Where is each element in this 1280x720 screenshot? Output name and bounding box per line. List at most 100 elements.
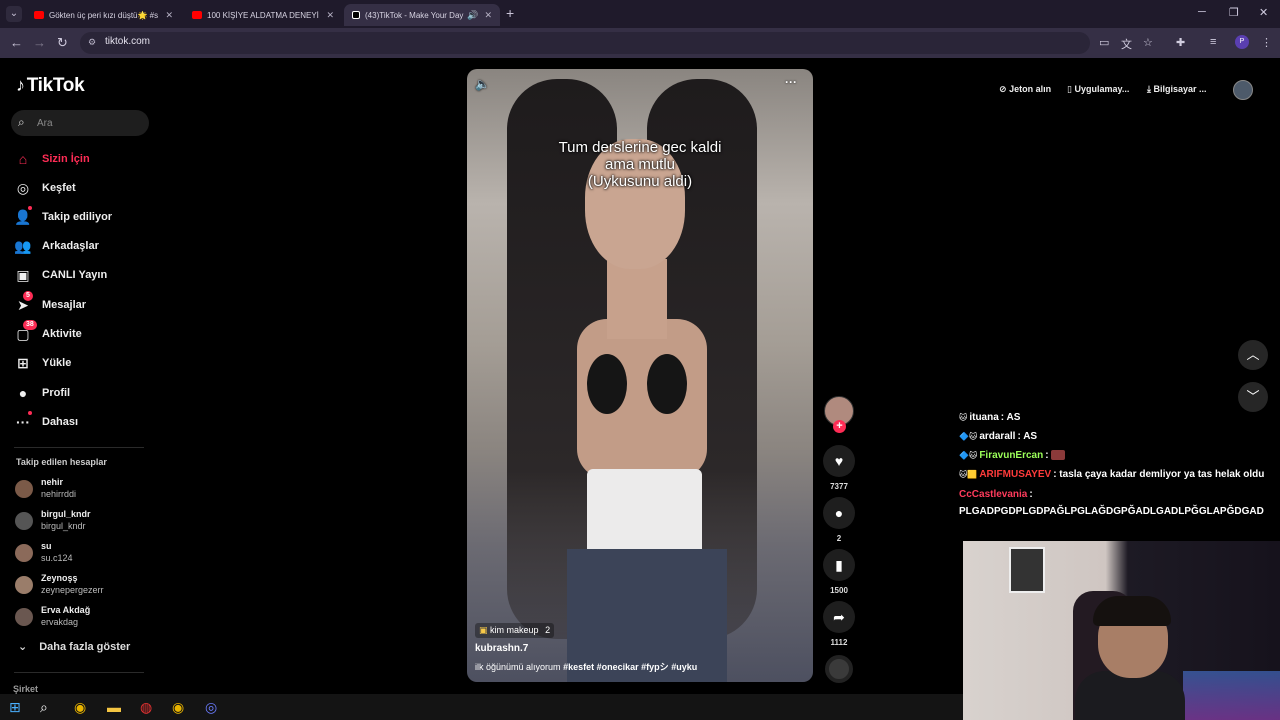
- heart-icon[interactable]: ♥: [823, 445, 855, 477]
- sidebar-item-aktivite[interactable]: ▢ 38 Aktivite: [14, 319, 82, 345]
- video-frame-shape: [587, 469, 702, 559]
- mute-tab-icon[interactable]: 🔊: [467, 10, 478, 21]
- like-count: 7377: [830, 482, 848, 491]
- restore-icon[interactable]: ❐: [1229, 6, 1239, 19]
- bookmark-star-icon[interactable]: ☆: [1143, 36, 1153, 49]
- hashtag-link[interactable]: #fypシ: [641, 662, 669, 672]
- menu-kebab-icon[interactable]: ⋮: [1261, 36, 1272, 49]
- bookmark-icon[interactable]: ▮: [823, 549, 855, 581]
- sidebar-item-sizin-i̇çin[interactable]: ⌂ Sizin İçin: [14, 148, 90, 170]
- volume-icon[interactable]: 🔈: [475, 77, 490, 91]
- close-window-icon[interactable]: ✕: [1259, 6, 1268, 19]
- tab-title: (43)TikTok - Make Your Day: [365, 10, 464, 20]
- extensions-icon[interactable]: ✚: [1176, 36, 1185, 49]
- sidebar-item-dahası[interactable]: ··· Dahası: [14, 411, 78, 433]
- share-count: 1112: [830, 638, 848, 647]
- account-name: Erva Akdağ: [41, 605, 91, 615]
- follow-plus-icon[interactable]: +: [833, 420, 846, 433]
- sidebar-item-yükle[interactable]: ⊞ Yükle: [14, 352, 71, 374]
- close-icon[interactable]: ✕: [326, 10, 334, 21]
- hashtag-link[interactable]: #kesfet: [563, 662, 594, 672]
- chrome-icon[interactable]: ◉: [74, 699, 86, 715]
- translate-icon[interactable]: 文: [1121, 36, 1132, 52]
- notification-badge: 38: [23, 319, 37, 330]
- streamer-shirt: [1075, 671, 1185, 720]
- sidebar-item-label: Aktivite: [42, 328, 82, 340]
- music-disc-icon[interactable]: [825, 655, 853, 683]
- live-icon: ▣: [16, 266, 30, 283]
- new-tab-button[interactable]: +: [506, 5, 514, 21]
- browser-tab[interactable]: Gökten üç peri kızı düştü🌟 #s ✕: [26, 4, 181, 26]
- close-icon[interactable]: ✕: [484, 10, 492, 21]
- sidebar-item-takip-ediliyor[interactable]: 👤 Takip ediliyor: [14, 205, 112, 228]
- chat-message: CcCastlevania:: [959, 489, 1033, 500]
- account-handle: nehirrddi: [41, 489, 77, 499]
- notification-badge: 5: [23, 290, 33, 301]
- chat-badge-icon: 🐱🟨: [959, 470, 978, 479]
- sidebar-item-arkadaşlar[interactable]: 👥 Arkadaşlar: [14, 235, 99, 257]
- video-options-icon[interactable]: ···: [785, 75, 797, 89]
- arrow-right-icon[interactable]: →: [33, 35, 46, 50]
- windows-taskbar: ⊞ ⌕ ◉ ▬ ◍ ◉ ◎: [0, 694, 963, 720]
- sidebar-item-mesajlar[interactable]: ➤ 5 Mesajlar: [14, 290, 86, 316]
- video-player[interactable]: 🔈 ··· Tum derslerine gec kaldi ama mutlu…: [467, 69, 813, 682]
- install-app-icon[interactable]: ▭: [1099, 36, 1109, 49]
- browser-tab-active[interactable]: (43)TikTok - Make Your Day 🔊 ✕: [344, 4, 500, 26]
- effect-tag[interactable]: ▣ kim makeup 2: [475, 623, 555, 638]
- windows-start-icon[interactable]: ⊞: [9, 699, 21, 715]
- comment-icon[interactable]: ●: [823, 497, 855, 529]
- company-link[interactable]: Şirket: [13, 684, 38, 694]
- minimize-icon[interactable]: ─: [1198, 6, 1206, 18]
- video-author[interactable]: kubrashn.7: [475, 643, 528, 654]
- search-input[interactable]: [37, 114, 137, 132]
- sidebar-item-keşfet[interactable]: ◎ Keşfet: [14, 177, 76, 199]
- chevron-down-icon[interactable]: ﹀: [1238, 382, 1268, 412]
- tab-search-button[interactable]: ⌄: [6, 6, 22, 22]
- browser-profile-avatar[interactable]: P: [1235, 35, 1249, 49]
- more-icon: ···: [14, 411, 32, 430]
- account-name: su: [41, 541, 52, 551]
- search-icon[interactable]: ⌕: [40, 699, 48, 715]
- get-app-button[interactable]: ▯ Uygulamay...: [1067, 84, 1129, 95]
- chevron-up-icon[interactable]: ︿: [1238, 340, 1268, 370]
- video-frame-shape: [607, 259, 667, 339]
- chat-username: ituana: [969, 412, 999, 423]
- avatar: [15, 544, 33, 562]
- effect-icon: ▣: [479, 625, 488, 635]
- hashtag-link[interactable]: #onecikar: [597, 662, 639, 672]
- url-field[interactable]: ⚙ tiktok.com: [80, 32, 1090, 54]
- sidebar-item-canli-yayın[interactable]: ▣ CANLI Yayın: [14, 264, 107, 286]
- desktop-app-button[interactable]: ⤓ Bilgisayar ...: [1147, 84, 1207, 95]
- avatar: [15, 512, 33, 530]
- get-coins-button[interactable]: ⊘ Jeton alın: [999, 84, 1051, 95]
- media-control-icon[interactable]: ≡: [1210, 36, 1216, 48]
- avatar: [15, 480, 33, 498]
- chrome-icon[interactable]: ◉: [172, 699, 184, 715]
- user-avatar[interactable]: [1233, 80, 1253, 100]
- hashtag-link[interactable]: #uyku: [671, 662, 697, 672]
- show-more-button[interactable]: ⌄ Daha fazla göster: [18, 640, 130, 653]
- site-info-icon[interactable]: ⚙: [88, 37, 96, 48]
- new-dot: [28, 411, 32, 415]
- share-icon[interactable]: ➦: [823, 601, 855, 633]
- browser-tab-bar: ⌄ Gökten üç peri kızı düştü🌟 #s ✕ 100 Kİ…: [0, 0, 1280, 28]
- account-handle: ervakdag: [41, 617, 79, 627]
- browser-tab[interactable]: 100 KİŞİYE ALDATMA DENEYİ - ✕: [184, 4, 342, 26]
- sidebar-item-label: Dahası: [42, 416, 79, 428]
- friends-icon: 👥: [14, 237, 32, 254]
- close-icon[interactable]: ✕: [165, 10, 173, 21]
- discord-icon[interactable]: ◎: [205, 699, 217, 715]
- reload-icon[interactable]: ↻: [57, 35, 68, 51]
- tab-title: Gökten üç peri kızı düştü🌟 #s: [49, 10, 159, 20]
- file-explorer-icon[interactable]: ▬: [107, 699, 121, 715]
- app-icon[interactable]: ◍: [140, 699, 152, 715]
- tiktok-logo[interactable]: ♪ TikTok: [16, 75, 85, 97]
- video-caption: Tum derslerine gec kaldi ama mutlu (Uyku…: [467, 139, 813, 190]
- youtube-icon: [192, 11, 202, 19]
- search-box[interactable]: ⌕: [11, 110, 149, 136]
- video-description: ilk öğünümü alıyorum #kesfet #onecikar #…: [475, 660, 697, 673]
- arrow-left-icon[interactable]: ←: [10, 35, 23, 50]
- sidebar-item-profil[interactable]: ● Profil: [14, 382, 70, 404]
- tiktok-icon: [352, 11, 360, 19]
- chat-badge-icon: 🔷🐱: [959, 432, 978, 441]
